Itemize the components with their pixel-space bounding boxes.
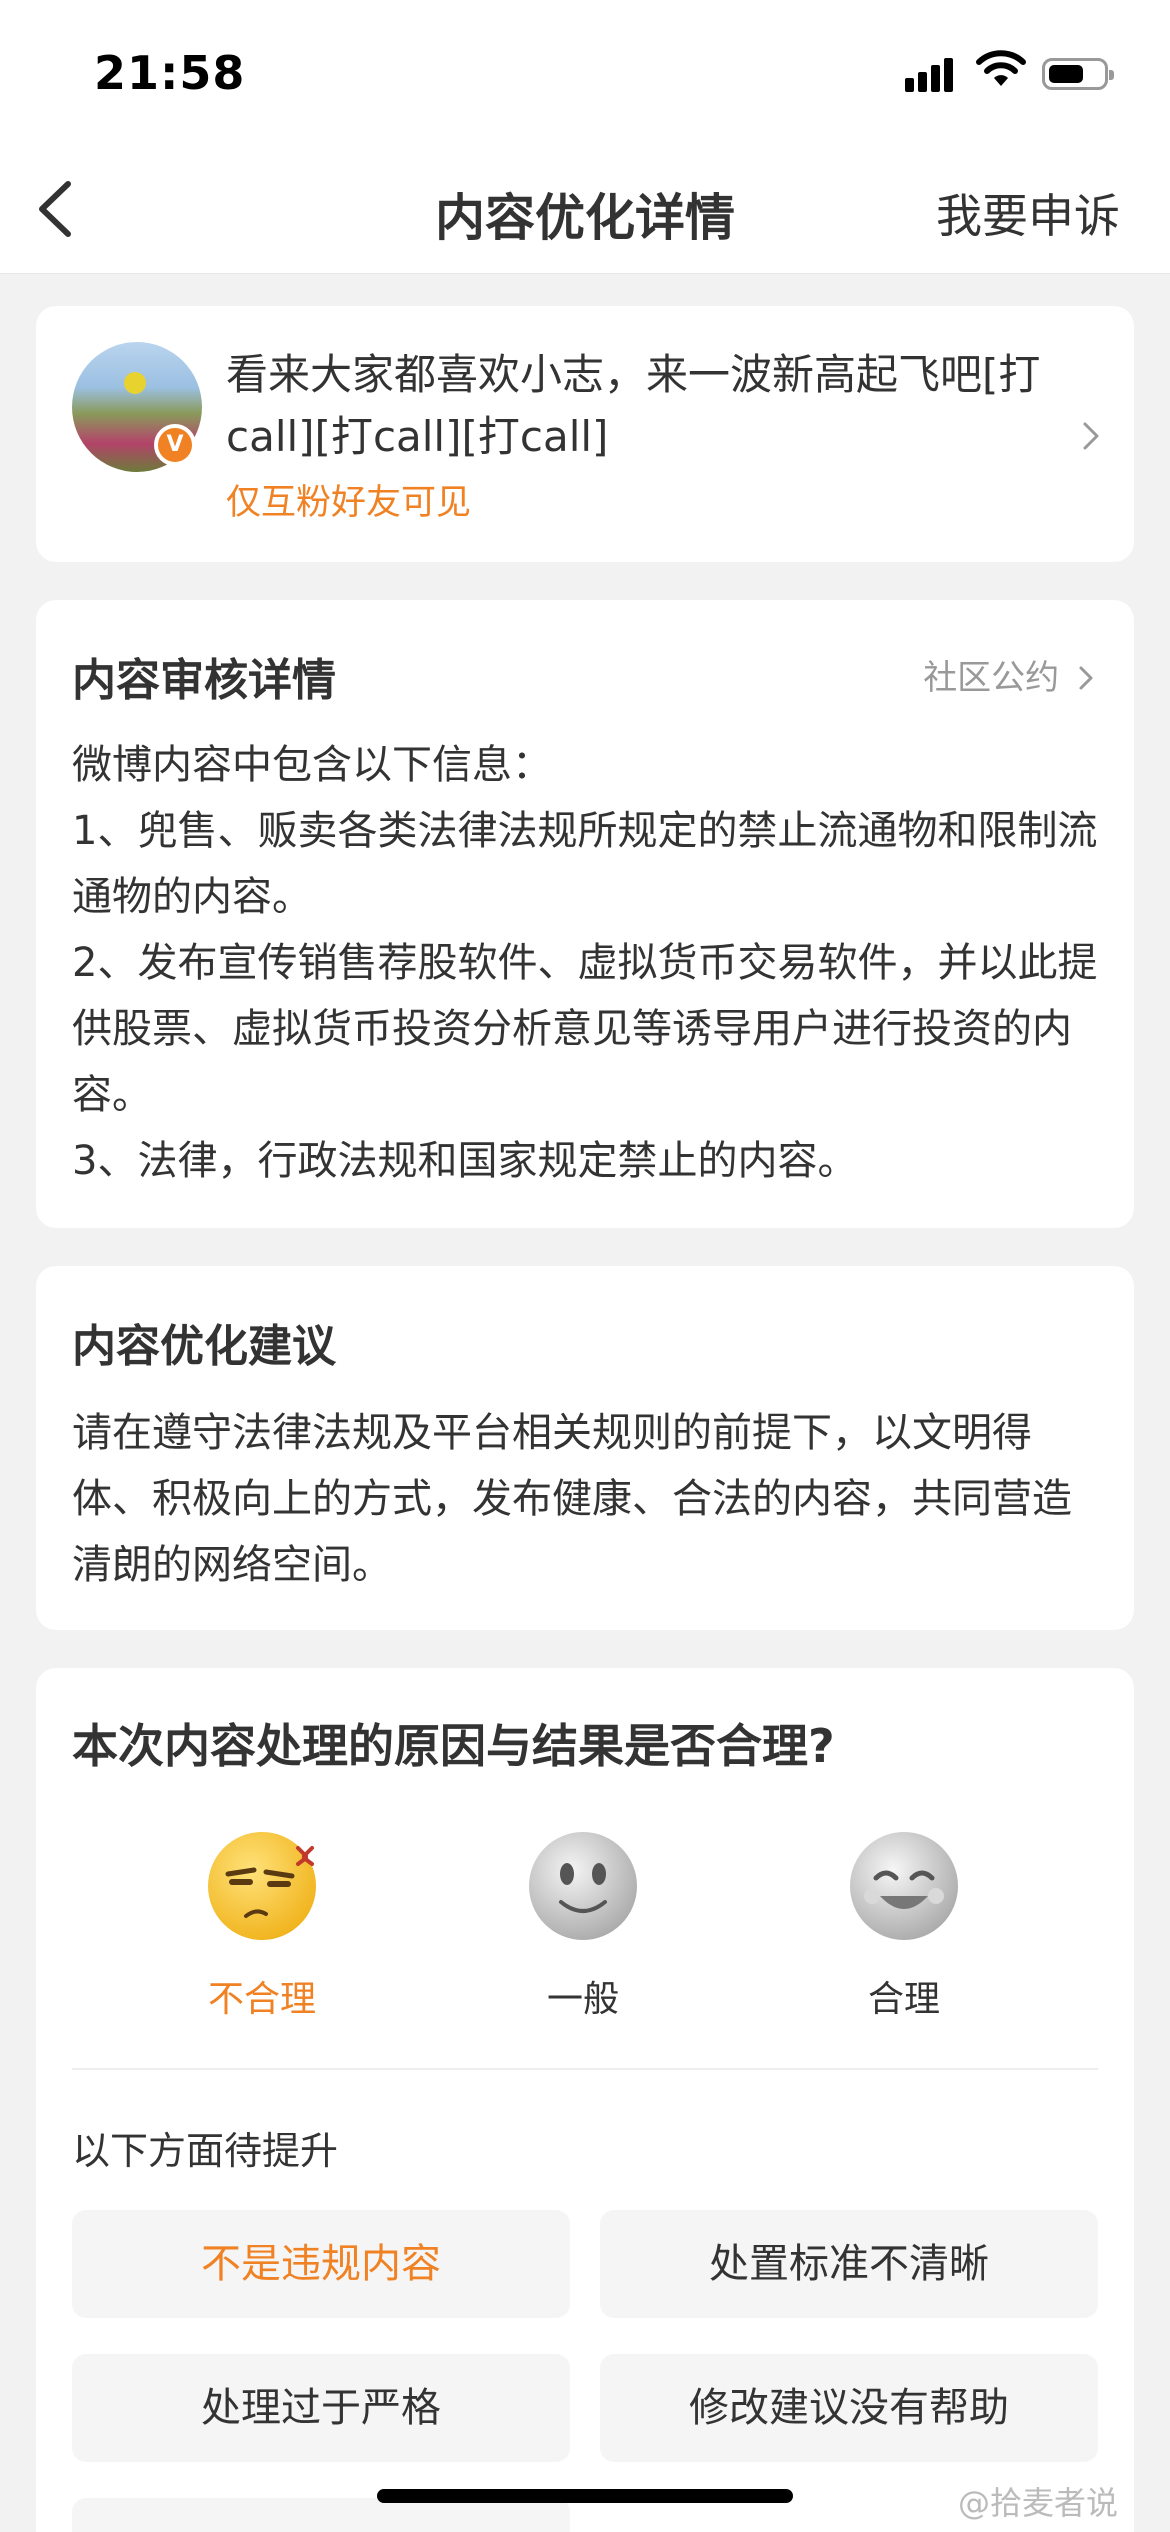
community-rules-label: 社区公约 (923, 658, 1060, 698)
status-time: 21:58 (94, 46, 246, 100)
appeal-button[interactable]: 我要申诉 (936, 180, 1120, 246)
post-card[interactable]: V 看来大家都喜欢小志，来一波新高起飞吧[打call][打call][打call… (36, 306, 1134, 562)
review-line: 微博内容中包含以下信息： (72, 742, 552, 788)
feedback-question: 本次内容处理的原因与结果是否合理? (72, 1719, 835, 1773)
community-rules-link[interactable]: 社区公约 (923, 650, 1098, 699)
watermark: @拾麦者说 (958, 2484, 1119, 2522)
signal-icon (905, 56, 959, 92)
status-bar: 21:58 (0, 0, 1170, 150)
review-card: 内容审核详情 社区公约 微博内容中包含以下信息： 1、兜售、贩卖各类法律法规所规… (36, 600, 1134, 1228)
improve-title: 以下方面待提升 (72, 2129, 339, 2173)
review-body: 微博内容中包含以下信息： 1、兜售、贩卖各类法律法规所规定的禁止流通物和限制流通… (72, 732, 1102, 1194)
neutral-face-icon (529, 1832, 637, 1940)
review-title: 内容审核详情 (72, 655, 336, 706)
suggestion-card: 内容优化建议 请在遵守法律法规及平台相关规则的前提下，以文明得体、积极向上的方式… (36, 1266, 1134, 1630)
battery-icon (1042, 58, 1114, 90)
option-not-violation[interactable]: 不是违规内容 (72, 2210, 570, 2318)
annoyed-face-icon (208, 1832, 316, 1940)
chevron-right-icon (1083, 422, 1099, 450)
rating-label-unreasonable: 不合理 (162, 1970, 362, 2022)
verified-badge-icon: V (154, 424, 196, 466)
smile-face-icon (850, 1832, 958, 1940)
post-text: 看来大家都喜欢小志，来一波新高起飞吧[打call][打call][打call] (226, 350, 1041, 461)
rating-label-average: 一般 (546, 1979, 619, 2020)
feedback-card: 本次内容处理的原因与结果是否合理? 不合理 一般 合理 以下方面待提升 不是违规… (36, 1668, 1134, 2532)
chevron-right-icon (1079, 666, 1093, 690)
option-too-strict[interactable]: 处理过于严格 (72, 2354, 570, 2462)
option-partial[interactable] (72, 2498, 570, 2532)
suggestion-body: 请在遵守法律法规及平台相关规则的前提下，以文明得体、积极向上的方式，发布健康、合… (72, 1410, 1072, 1588)
home-indicator[interactable] (377, 2489, 793, 2503)
option-unhelpful-advice[interactable]: 修改建议没有帮助 (600, 2354, 1098, 2462)
rating-label-text: 不合理 (207, 1979, 316, 2020)
nav-bar: 内容优化详情 我要申诉 (0, 150, 1170, 274)
suggestion-title: 内容优化建议 (72, 1321, 336, 1372)
review-line: 3、法律，行政法规和国家规定禁止的内容。 (72, 1138, 858, 1184)
review-line: 1、兜售、贩卖各类法律法规所规定的禁止流通物和限制流通物的内容。 (72, 808, 1098, 920)
wifi-icon (976, 50, 1026, 86)
visibility-label: 仅互粉好友可见 (226, 483, 472, 523)
option-unclear-standard[interactable]: 处置标准不清晰 (600, 2210, 1098, 2318)
divider (72, 2068, 1098, 2070)
rating-label-reasonable: 合理 (867, 1979, 940, 2020)
review-line: 2、发布宣传销售荐股软件、虚拟货币交易软件，并以此提供股票、虚拟货币投资分析意见… (72, 940, 1098, 1118)
